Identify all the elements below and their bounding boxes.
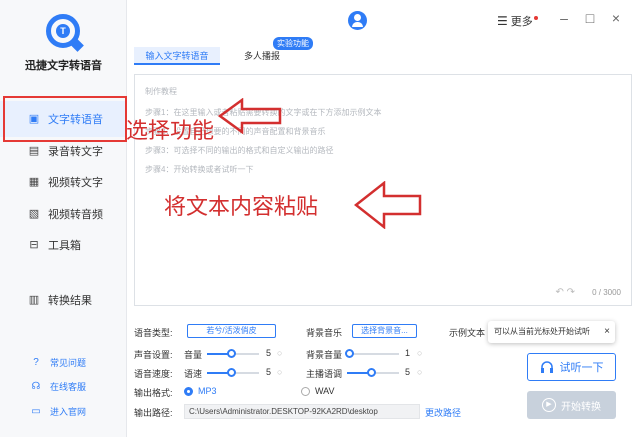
sidebar-item-toolbox[interactable]: ⊟ 工具箱 [0, 227, 127, 263]
reset-icon[interactable]: ○ [417, 367, 422, 377]
volume-slider[interactable] [207, 349, 259, 358]
sample-text-label[interactable]: 示例文本 [449, 326, 485, 339]
toolbox-icon: ⊟ [29, 239, 39, 251]
format-label: 输出格式: [134, 388, 173, 398]
lab-feature-badge: 实验功能 [273, 37, 313, 50]
user-avatar-icon[interactable] [348, 11, 367, 30]
volume-value: 5 [266, 348, 272, 358]
sidebar: T 迅捷文字转语音 ▣ 文字转语音 ▤ 录音转文字 ▦ 视频转文字 ▧ 视频转音… [0, 0, 127, 437]
close-button[interactable]: × [607, 10, 625, 26]
faq-link[interactable]: ? 常见问题 [0, 352, 127, 372]
tone-label: 主播语调 [306, 369, 343, 379]
listen-button[interactable]: 试听一下 [527, 353, 616, 381]
bg-music-button[interactable]: 选择背景音... [352, 324, 417, 338]
voice-type-button[interactable]: 若兮/活泼俏皮 [187, 324, 276, 338]
sidebar-item-results[interactable]: ▥ 转换结果 [0, 282, 127, 318]
menu-icon: ☰ [497, 14, 508, 28]
tone-value: 5 [405, 367, 411, 377]
annotation-paste-text: 将文本内容粘贴 [164, 195, 319, 220]
char-counter: 0 / 3000 [592, 288, 621, 297]
minimize-button[interactable]: – [555, 10, 573, 26]
bg-volume-slider[interactable] [345, 349, 399, 358]
sidebar-item-label: 工具箱 [48, 240, 81, 252]
play-icon: ▶ [542, 398, 556, 412]
sidebar-item-video-to-text[interactable]: ▦ 视频转文字 [0, 164, 127, 200]
tutorial-step: 步骤3：可选择不同的输出的格式和自定义输出的路径 [145, 146, 334, 155]
tutorial-title: 制作教程 [145, 87, 177, 96]
question-icon: ? [33, 356, 39, 368]
voice-setting-label: 声音设置: [134, 350, 173, 360]
sidebar-item-label: 视频转文字 [48, 177, 103, 189]
annotation-select-function: 选择功能 [126, 119, 215, 144]
app-name: 迅捷文字转语音 [25, 60, 102, 72]
tone-slider[interactable] [347, 368, 399, 377]
maximize-button[interactable]: □ [581, 10, 599, 26]
website-link[interactable]: ▭ 进入官网 [0, 401, 127, 421]
online-service-link[interactable]: ☊ 在线客服 [0, 376, 127, 396]
volume-label: 音量 [184, 350, 203, 360]
app-logo: T [46, 14, 84, 52]
headphones-icon [540, 361, 553, 373]
website-icon: ▭ [31, 405, 41, 417]
path-label: 输出路径: [134, 408, 173, 418]
reset-icon[interactable]: ○ [417, 348, 422, 358]
tab-input-text[interactable]: 输入文字转语音 [134, 47, 220, 65]
listen-tooltip: 可以从当前光标处开始试听 × [488, 321, 615, 343]
speed-sub-label: 语速 [184, 369, 203, 379]
speed-value: 5 [266, 367, 272, 377]
output-path-field[interactable]: C:\Users\Administrator.DESKTOP-92KA2RD\d… [184, 404, 420, 419]
tutorial-step: 步骤4：开始转换或者试听一下 [145, 165, 254, 174]
bg-volume-value: 1 [405, 348, 411, 358]
bg-volume-label: 背景音量 [306, 350, 343, 360]
result-icon: ▥ [28, 294, 40, 306]
format-mp3-label: MP3 [198, 386, 217, 396]
sidebar-item-label: 转换结果 [48, 295, 92, 307]
change-path-link[interactable]: 更改路径 [425, 406, 461, 419]
annotation-arrow-icon [354, 181, 422, 229]
bg-music-label: 背景音乐 [306, 328, 343, 338]
reset-icon[interactable]: ○ [277, 367, 282, 377]
annotation-highlight-box [3, 96, 127, 142]
close-icon[interactable]: × [604, 321, 610, 343]
annotation-arrow-icon [218, 98, 282, 134]
sidebar-item-label: 视频转音频 [48, 209, 103, 221]
headset-icon: ☊ [31, 380, 41, 392]
more-menu-button[interactable]: ☰ 更多 [497, 13, 538, 29]
format-mp3-radio[interactable] [184, 387, 193, 396]
record-to-text-icon: ▤ [28, 145, 40, 157]
reset-icon[interactable]: ○ [277, 348, 282, 358]
speed-label: 语音速度: [134, 369, 173, 379]
start-convert-button[interactable]: ▶ 开始转换 [527, 391, 616, 419]
speed-slider[interactable] [207, 368, 259, 377]
sidebar-item-label: 录音转文字 [48, 146, 103, 158]
format-wav-radio[interactable] [301, 387, 310, 396]
video-to-audio-icon: ▧ [28, 208, 40, 220]
undo-redo-icon[interactable]: ↶ ↷ [555, 287, 575, 298]
format-wav-label: WAV [315, 386, 335, 396]
logo-letter: T [56, 24, 70, 38]
video-to-text-icon: ▦ [28, 176, 40, 188]
voice-type-label: 语音类型: [134, 328, 173, 338]
notification-dot [533, 16, 538, 20]
